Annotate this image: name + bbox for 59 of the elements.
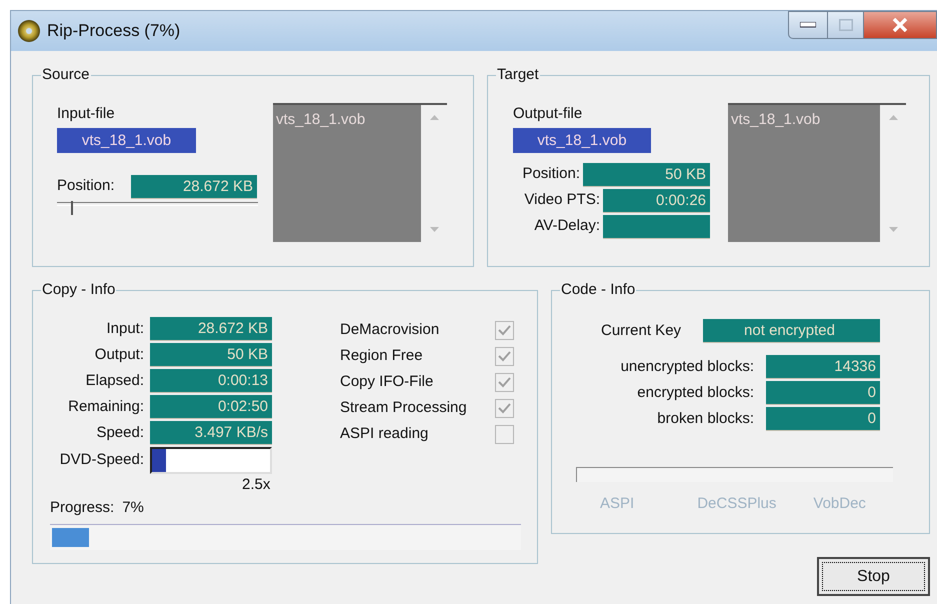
value-field: 0:02:50 [150,395,272,419]
position-slider[interactable] [57,198,258,216]
minimize-icon [800,22,816,28]
value-field: 28.672 KB [150,317,272,341]
disc-icon [17,19,41,43]
field-label: Output-file [513,104,584,124]
list-item[interactable]: vts_18_1.vob [276,109,418,132]
field-label: encrypted blocks: [636,382,754,403]
file-field[interactable]: vts_18_1.vob [513,128,651,152]
field-label: broken blocks: [656,408,754,429]
field-label: Input-file [57,104,116,124]
field-label: Remaining: [67,396,144,417]
field-label: Speed: [95,422,144,443]
option-label: Stream Processing [340,398,468,418]
value-field: 0:00:26 [603,188,710,212]
field-label: Input: [105,318,144,339]
maximize-icon [838,19,852,31]
value-field: 50 KB [150,343,272,367]
option-label: Region Free [340,346,424,366]
file-list[interactable]: vts_18_1.vob [273,103,447,242]
method-label: VobDec [813,494,866,514]
field-label: Position: [522,164,580,184]
stop-button[interactable]: Stop [817,557,930,596]
file-list[interactable]: vts_18_1.vob [728,103,906,242]
group-title: Copy - Info [41,280,116,300]
value-field: 0:00:13 [150,369,272,393]
scroll-down-icon[interactable] [430,227,438,232]
value-field: 3.497 KB/s [150,421,272,445]
field-label: AV-Delay: [534,216,600,236]
progress-label: Progress: [50,498,114,518]
scroll-up-icon[interactable] [888,115,898,120]
value-field: 50 KB [583,162,710,186]
field-label: Elapsed: [84,370,144,391]
file-field[interactable]: vts_18_1.vob [57,128,196,152]
method-label: ASPI [600,494,634,514]
value-field: 0 [766,381,880,405]
option-label: Copy IFO-File [340,372,434,392]
value-field: 14336 [766,355,880,379]
method-label: DeCSSPlus [697,494,776,514]
close-icon [892,18,908,32]
scroll-up-icon[interactable] [430,115,438,120]
field-label: DVD-Speed: [58,450,144,470]
field-label: Current Key [601,320,682,341]
value-field: not encrypted [703,319,880,343]
field-label: Video PTS: [524,190,600,210]
field-label: Output: [94,344,144,365]
speed-reading: 2.5x [242,475,270,495]
minimize-button[interactable] [788,11,828,39]
close-button[interactable] [864,11,937,39]
window-title: Rip-Process (7%) [47,20,180,42]
value-field: 28.672 KB [130,174,257,198]
option-label: ASPI reading [340,424,430,444]
option-label: DeMacrovision [340,320,440,340]
value-field: 0 [766,407,880,431]
progress-reading: 7% [122,498,144,518]
scroll-down-icon[interactable] [888,227,898,232]
field-label: Position: [57,176,116,196]
list-item[interactable]: vts_18_1.vob [731,109,877,132]
field-label: unencrypted blocks: [620,356,754,377]
